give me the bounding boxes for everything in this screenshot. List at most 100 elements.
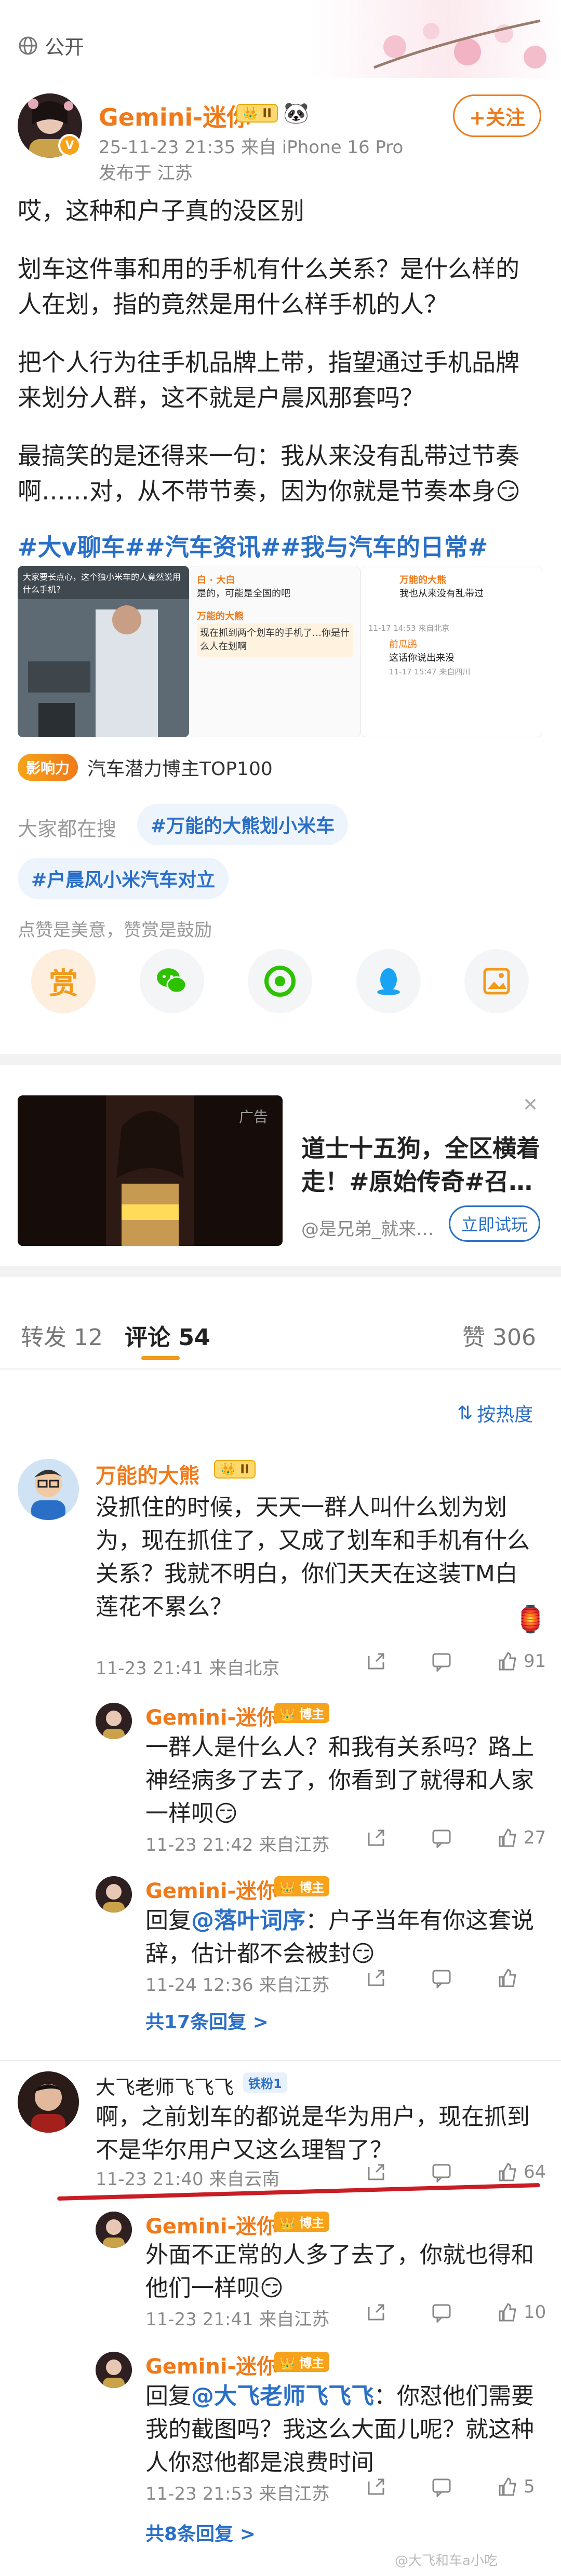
reply-avatar[interactable] bbox=[96, 1703, 132, 1739]
follow-button[interactable]: +关注 bbox=[453, 94, 541, 137]
comment-icon[interactable] bbox=[431, 2162, 452, 2182]
reply-text: 外面不正常的人多了去了，你就也得和他们一样呗😏 bbox=[145, 2242, 534, 2301]
topic-hashtags[interactable]: #大v聊车##汽车资讯##我与汽车的日常# bbox=[18, 530, 542, 565]
comment-text: 啊，之前划车的都说是华为用户，现在抓到不是华尔用户又这么理智了？ bbox=[96, 2104, 530, 2163]
comment-actions: 64 bbox=[366, 2162, 546, 2182]
search-chip[interactable]: #户晨风小米汽车对立 bbox=[18, 858, 229, 899]
reply-actions: 5 bbox=[366, 2476, 535, 2497]
reply-actions: 27 bbox=[366, 1827, 546, 1848]
like-icon[interactable] bbox=[497, 1651, 517, 1672]
post-time: 25-11-23 21:35 来自 iPhone 16 Pro bbox=[99, 137, 404, 158]
share-icon[interactable] bbox=[366, 1651, 386, 1672]
like-icon[interactable] bbox=[497, 2302, 517, 2323]
smile-emoji-icon: 😏 bbox=[351, 1941, 375, 1967]
shot-time: 11-17 14:53 来自北京 bbox=[368, 623, 450, 633]
qq-icon[interactable] bbox=[356, 949, 421, 1013]
reply-actions: 10 bbox=[366, 2302, 546, 2323]
reply-text: 回复@落叶词序：户子当年有你这套说辞，估计都不会被封😏 bbox=[145, 1907, 534, 1967]
reply-author[interactable]: Gemini-迷你 bbox=[145, 2209, 277, 2240]
tab-comments[interactable]: 评论 54 bbox=[125, 1319, 210, 1352]
post-body: 哎，这种和户子真的没区别 划车这件事和用的手机有什么关系？是什么样的人在划，指的… bbox=[18, 193, 542, 565]
section-divider bbox=[0, 1054, 561, 1065]
mention-link[interactable]: @大飞老师飞飞飞 bbox=[191, 2383, 374, 2409]
comment-text: 没抓住的时候，天天一群人叫什么划为划为，现在抓住了，又成了划车和手机有什么关系？… bbox=[96, 1494, 530, 1620]
reply-avatar[interactable] bbox=[96, 2212, 132, 2248]
more-replies-link[interactable]: 共8条回复 > bbox=[145, 2519, 256, 2546]
search-chip[interactable]: #万能的大熊划小米车 bbox=[137, 804, 349, 845]
fan-badge: 铁粉1 bbox=[243, 2072, 287, 2093]
active-tab-indicator bbox=[141, 1356, 180, 1360]
shot-author: 白 · 大白 bbox=[197, 575, 235, 586]
shot-time: 11-17 15:47 来自四川 bbox=[389, 667, 471, 676]
influence-badge: 影响力 bbox=[18, 754, 78, 781]
comment-author[interactable]: 大飞老师飞飞飞 bbox=[96, 2071, 234, 2100]
ad-cta-button[interactable]: 立即试玩 bbox=[449, 1205, 540, 1242]
sort-button[interactable]: ⇅ 按热度 bbox=[457, 1400, 533, 1427]
reward-icon[interactable]: 赏 bbox=[31, 949, 96, 1013]
influence-row[interactable]: 影响力 汽车潜力博主TOP100 bbox=[18, 754, 273, 781]
wechat-icon[interactable] bbox=[139, 949, 204, 1013]
shot-author: 万能的大熊 bbox=[197, 611, 244, 622]
post-paragraph: 哎，这种和户子真的没区别 bbox=[18, 197, 304, 225]
like-icon[interactable] bbox=[497, 1968, 517, 1988]
like-count: 10 bbox=[524, 2302, 546, 2323]
post-paragraph: 最搞笑的是还得来一句：我从来没有乱带过节奏啊……对，从不带节奏，因为你就是节奏本… bbox=[18, 442, 520, 505]
reward-char: 赏 bbox=[49, 967, 78, 1001]
ad-label: 广告 bbox=[239, 1108, 269, 1126]
comment-icon[interactable] bbox=[431, 1968, 452, 1988]
post-image-screenshot[interactable]: 白 · 大白 是的，可能是全国的吧 万能的大熊 现在抓到两个划车的手机了…你是什… bbox=[189, 566, 360, 737]
share-icon[interactable] bbox=[366, 2302, 386, 2323]
shot-text: 这话你说出来没 bbox=[389, 653, 455, 663]
post-image-video-still[interactable]: 大家要长点心，这个独小米车的人竟然说用什么手机？ bbox=[18, 566, 189, 737]
shot-text: 我也从来没有乱带过 bbox=[399, 588, 484, 599]
level-badge: 👑 II bbox=[236, 103, 278, 123]
post-author-name[interactable]: Gemini-迷你 bbox=[99, 99, 250, 133]
section-divider bbox=[0, 1266, 561, 1277]
comment-icon[interactable] bbox=[431, 1651, 452, 1672]
close-icon[interactable]: ✕ bbox=[523, 1094, 538, 1116]
post-location: 发布于 江苏 bbox=[99, 163, 193, 184]
save-image-icon[interactable] bbox=[464, 949, 529, 1013]
share-icon[interactable] bbox=[366, 2162, 386, 2182]
moments-icon[interactable] bbox=[248, 949, 312, 1013]
search-label: 大家都在搜 bbox=[18, 818, 117, 840]
watermark: @大飞和车a小吃 bbox=[395, 2553, 498, 2569]
reward-text: 点赞是美意，赞赏是鼓励 bbox=[18, 920, 212, 941]
comment-author[interactable]: 万能的大熊 bbox=[96, 1459, 199, 1489]
post-image-comment-shot[interactable]: 万能的大熊 我也从来没有乱带过 11-17 14:53 来自北京 前瓜鹏 这话你… bbox=[360, 566, 542, 737]
commenter-avatar[interactable] bbox=[18, 1459, 79, 1520]
like-count: 91 bbox=[524, 1651, 546, 1672]
reply-author[interactable]: Gemini-迷你 bbox=[145, 1874, 277, 1904]
reply-meta: 11-23 21:53 来自江苏 bbox=[145, 2484, 330, 2504]
reply-meta: 11-24 12:36 来自江苏 bbox=[145, 1975, 330, 1996]
comment-icon[interactable] bbox=[431, 2302, 452, 2323]
comment-icon[interactable] bbox=[431, 1827, 452, 1848]
comment-actions: 91 bbox=[366, 1651, 546, 1672]
share-icon[interactable] bbox=[366, 1968, 386, 1988]
visibility-indicator[interactable]: 公开 bbox=[18, 31, 84, 60]
commenter-avatar[interactable] bbox=[18, 2071, 79, 2133]
post-paragraph: 把个人行为往手机品牌上带，指望通过手机品牌来划分人群，这不就是户晨风那套吗？ bbox=[18, 348, 519, 412]
like-icon[interactable] bbox=[497, 2476, 517, 2497]
reply-author[interactable]: Gemini-迷你 bbox=[145, 1701, 277, 1731]
reply-text: 一群人是什么人？和我有关系吗？路上神经病多了去了，你看到了就得和人家一样呗😏 bbox=[145, 1734, 534, 1827]
share-icon[interactable] bbox=[366, 1827, 386, 1848]
like-icon[interactable] bbox=[497, 1827, 517, 1848]
like-icon[interactable] bbox=[497, 2162, 517, 2182]
share-icon[interactable] bbox=[366, 2476, 386, 2497]
reply-avatar[interactable] bbox=[96, 2352, 132, 2388]
comment-meta: 11-23 21:40 来自云南 bbox=[96, 2169, 280, 2190]
reply-author[interactable]: Gemini-迷你 bbox=[145, 2350, 277, 2380]
reply-meta: 11-23 21:41 来自江苏 bbox=[145, 2309, 330, 2330]
more-replies-link[interactable]: 共17条回复 > bbox=[145, 2007, 269, 2034]
tab-likes[interactable]: 赞 306 bbox=[462, 1319, 536, 1352]
blogger-tag: 👑 博主 bbox=[274, 1703, 330, 1723]
tab-divider bbox=[0, 1368, 561, 1370]
level-badge: 👑 II bbox=[214, 1460, 256, 1479]
mention-link[interactable]: @落叶词序 bbox=[191, 1907, 305, 1934]
tab-repost[interactable]: 转发 12 bbox=[21, 1319, 103, 1352]
shot-author: 前瓜鹏 bbox=[389, 639, 417, 650]
reply-avatar[interactable] bbox=[96, 1876, 132, 1913]
comment-icon[interactable] bbox=[431, 2476, 452, 2497]
ad-title[interactable]: 道士十五狗，全区横着走！#原始传奇#召… bbox=[301, 1132, 540, 1198]
